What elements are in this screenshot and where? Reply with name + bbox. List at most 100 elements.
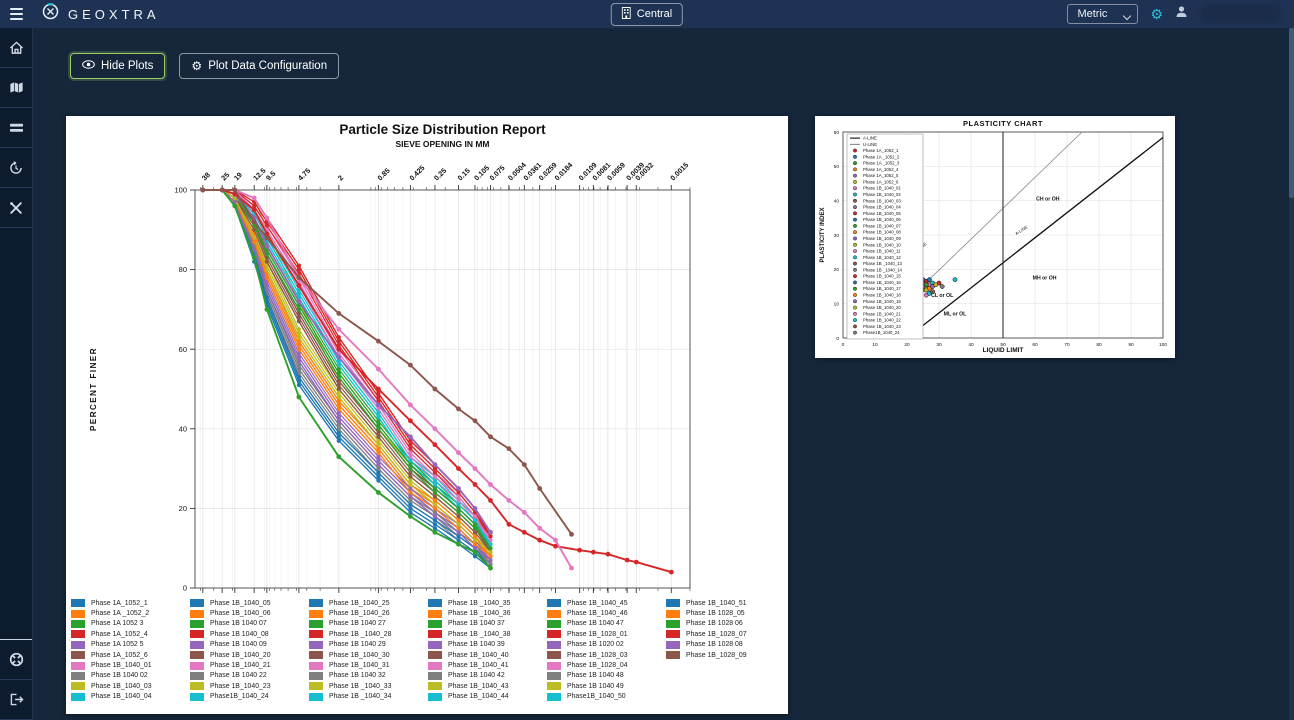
legend-item: Phase 1B 1040_08 (190, 629, 309, 639)
svg-text:20: 20 (179, 504, 187, 513)
legend-swatch (190, 693, 204, 701)
svg-text:90: 90 (1128, 342, 1134, 348)
sidebar-item-help[interactable] (0, 639, 32, 680)
legend-swatch (71, 682, 85, 690)
legend-swatch (547, 693, 561, 701)
svg-text:Phase 1B_1040_02: Phase 1B_1040_02 (863, 192, 901, 197)
svg-text:A-LINE: A-LINE (863, 136, 877, 141)
sidebar-item-tools[interactable] (0, 188, 32, 228)
legend-swatch (309, 630, 323, 638)
legend-item: Phase 1B 1040 42 (428, 671, 547, 681)
legend-label: Phase 1A 1052 5 (91, 641, 144, 648)
sidebar-item-layers[interactable] (0, 108, 32, 148)
hamburger-menu-icon[interactable] (0, 8, 32, 20)
sidebar-item-home[interactable] (0, 28, 32, 68)
unit-select-value: Metric (1077, 8, 1107, 20)
top-header: GEOXTRA Central Metric ⚙ (0, 0, 1294, 28)
psd-legend: Phase 1A_1052_1Phase 1A _1052_2Phase 1A … (71, 598, 785, 702)
svg-text:Phase 1B _1040_14: Phase 1B _1040_14 (863, 267, 903, 272)
plot-data-configuration-button[interactable]: ⚙ Plot Data Configuration (179, 53, 339, 79)
svg-text:Phase 1B _1040_13: Phase 1B _1040_13 (863, 261, 903, 266)
legend-swatch (190, 610, 204, 618)
legend-swatch (71, 641, 85, 649)
legend-item: Phase 1B 1040 48 (547, 671, 666, 681)
svg-text:Phase 1A _1052_2: Phase 1A _1052_2 (863, 154, 900, 159)
svg-text:Phase 1B_1040_01: Phase 1B_1040_01 (863, 186, 901, 191)
sidebar-item-history[interactable] (0, 148, 32, 188)
legend-label: Phase 1B _1040_28 (329, 631, 391, 638)
legend-swatch (309, 682, 323, 690)
settings-gear-icon[interactable]: ⚙ (1150, 7, 1163, 21)
sidebar-item-map[interactable] (0, 68, 32, 108)
legend-label: Phase 1B_1028_07 (686, 631, 747, 638)
hide-plots-button[interactable]: Hide Plots (70, 53, 165, 79)
legend-label: Phase 1B _1040_35 (448, 600, 510, 607)
svg-text:50: 50 (834, 164, 840, 170)
legend-item: Phase 1B_1040_23 (190, 681, 309, 691)
svg-text:Phase 1B_1040_12: Phase 1B_1040_12 (863, 255, 901, 260)
legend-label: Phase 1B 1040 02 (91, 672, 148, 679)
vertical-scrollbar[interactable] (1289, 28, 1294, 720)
legend-label: Phase 1B_1040_41 (448, 662, 509, 669)
legend-item: Phase 1B 1040 27 (309, 619, 428, 629)
legend-label: Phase 1B 1040 09 (210, 641, 267, 648)
legend-item: Phase1B_1040_50 (547, 692, 666, 702)
svg-text:60: 60 (179, 345, 187, 354)
legend-item: Phase 1B 1040 29 (309, 640, 428, 650)
legend-swatch (428, 630, 442, 638)
legend-item: Phase 1B_1040_40 (428, 650, 547, 660)
legend-swatch (666, 599, 680, 607)
svg-text:Phase 1B_1040_20: Phase 1B_1040_20 (863, 305, 901, 310)
svg-text:PLASTICITY INDEX: PLASTICITY INDEX (820, 208, 826, 263)
unit-select[interactable]: Metric (1067, 4, 1138, 24)
svg-text:Phase 1B_1040_08: Phase 1B_1040_08 (863, 230, 901, 235)
legend-swatch (666, 641, 680, 649)
legend-label: Phase 1B 1040 47 (567, 620, 624, 627)
legend-swatch (666, 651, 680, 659)
legend-label: Phase 1B_1040_05 (210, 600, 271, 607)
legend-item: Phase 1B_1040_51 (666, 598, 785, 608)
legend-label: Phase 1B_1040_26 (329, 610, 390, 617)
legend-swatch (547, 662, 561, 670)
legend-item: Phase 1B 1040 02 (71, 671, 190, 681)
legend-item: Phase 1B_1040_46 (547, 608, 666, 618)
legend-swatch (428, 682, 442, 690)
legend-swatch (547, 641, 561, 649)
legend-label: Phase 1B_1040_20 (210, 652, 271, 659)
svg-text:10: 10 (834, 301, 840, 307)
psd-legend-column: Phase 1A_1052_1Phase 1A _1052_2Phase 1A … (71, 598, 190, 702)
legend-label: Phase 1B_1040_45 (567, 600, 628, 607)
legend-item: Phase 1B_1040_45 (547, 598, 666, 608)
legend-item: Phase 1B_1040_41 (428, 660, 547, 670)
svg-text:Phase 1B_1040_23: Phase 1B_1040_23 (863, 324, 901, 329)
legend-label: Phase 1B_1040_25 (329, 600, 390, 607)
legend-item: Phase 1B 1028 08 (666, 640, 785, 650)
legend-swatch (309, 610, 323, 618)
brand-title: GEOXTRA (68, 7, 160, 22)
legend-swatch (71, 620, 85, 628)
legend-item: Phase 1A_1052_6 (71, 650, 190, 660)
svg-text:Phase 1A_1052_4: Phase 1A_1052_4 (863, 167, 899, 172)
legend-label: Phase 1B_1040_01 (91, 662, 152, 669)
legend-label: Phase 1B_1040_03 (91, 683, 152, 690)
central-button[interactable]: Central (611, 3, 683, 26)
legend-label: Phase 1A_1052_1 (91, 600, 148, 607)
svg-text:Phase 1B_1040_22: Phase 1B_1040_22 (863, 318, 901, 323)
legend-label: Phase 1B_1040_21 (210, 662, 271, 669)
psd-legend-column: Phase 1B_1040_45Phase 1B_1040_46 Phase 1B… (547, 598, 666, 702)
user-profile-icon[interactable] (1175, 5, 1188, 23)
eye-icon (82, 60, 95, 72)
legend-label: Phase 1B 1040 37 (448, 620, 505, 627)
legend-label: Phase1B_1040_24 (210, 693, 269, 700)
legend-label: Phase1B_1040_50 (567, 693, 626, 700)
legend-item: Phase 1A 1052 5 (71, 640, 190, 650)
legend-swatch (190, 662, 204, 670)
legend-label: Phase 1B 1040 29 (329, 641, 386, 648)
legend-swatch (190, 682, 204, 690)
sidebar-item-logout[interactable] (0, 680, 32, 720)
gear-icon: ⚙ (191, 60, 202, 72)
geoxtra-logo-icon (42, 3, 59, 25)
left-sidebar (0, 28, 33, 720)
legend-swatch (309, 693, 323, 701)
svg-text:Phase 1B_1040_03: Phase 1B_1040_03 (863, 198, 901, 203)
